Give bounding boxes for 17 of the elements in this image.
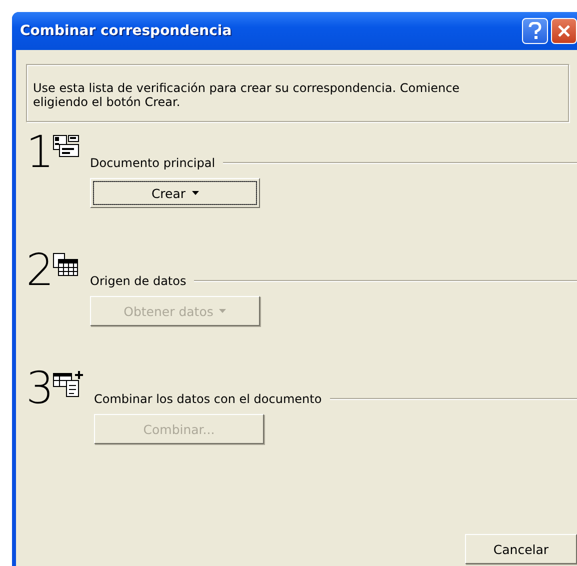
step-label: Documento principal bbox=[90, 156, 216, 170]
table-document-icon bbox=[52, 252, 80, 278]
step-button[interactable]: Crear bbox=[90, 178, 260, 208]
step-number: 1 bbox=[26, 130, 52, 180]
merge-document-icon bbox=[52, 370, 84, 398]
close-icon bbox=[557, 24, 571, 38]
step-number: 2 bbox=[26, 248, 52, 298]
instructions-text: Use esta lista de verificación para crear su correspondencia. Comience eligiendo el botón Crear. bbox=[26, 64, 569, 122]
help-button[interactable] bbox=[522, 18, 548, 44]
step-label: Origen de datos bbox=[90, 274, 186, 288]
documents-icon bbox=[52, 134, 80, 160]
help-icon bbox=[528, 22, 542, 40]
close-button[interactable] bbox=[551, 18, 577, 44]
window-title: Combinar correspondencia bbox=[20, 23, 232, 39]
cancel-button[interactable]: Cancelar bbox=[465, 534, 577, 564]
step-number: 3 bbox=[26, 366, 52, 416]
step-label: Combinar los datos con el documento bbox=[94, 392, 322, 406]
